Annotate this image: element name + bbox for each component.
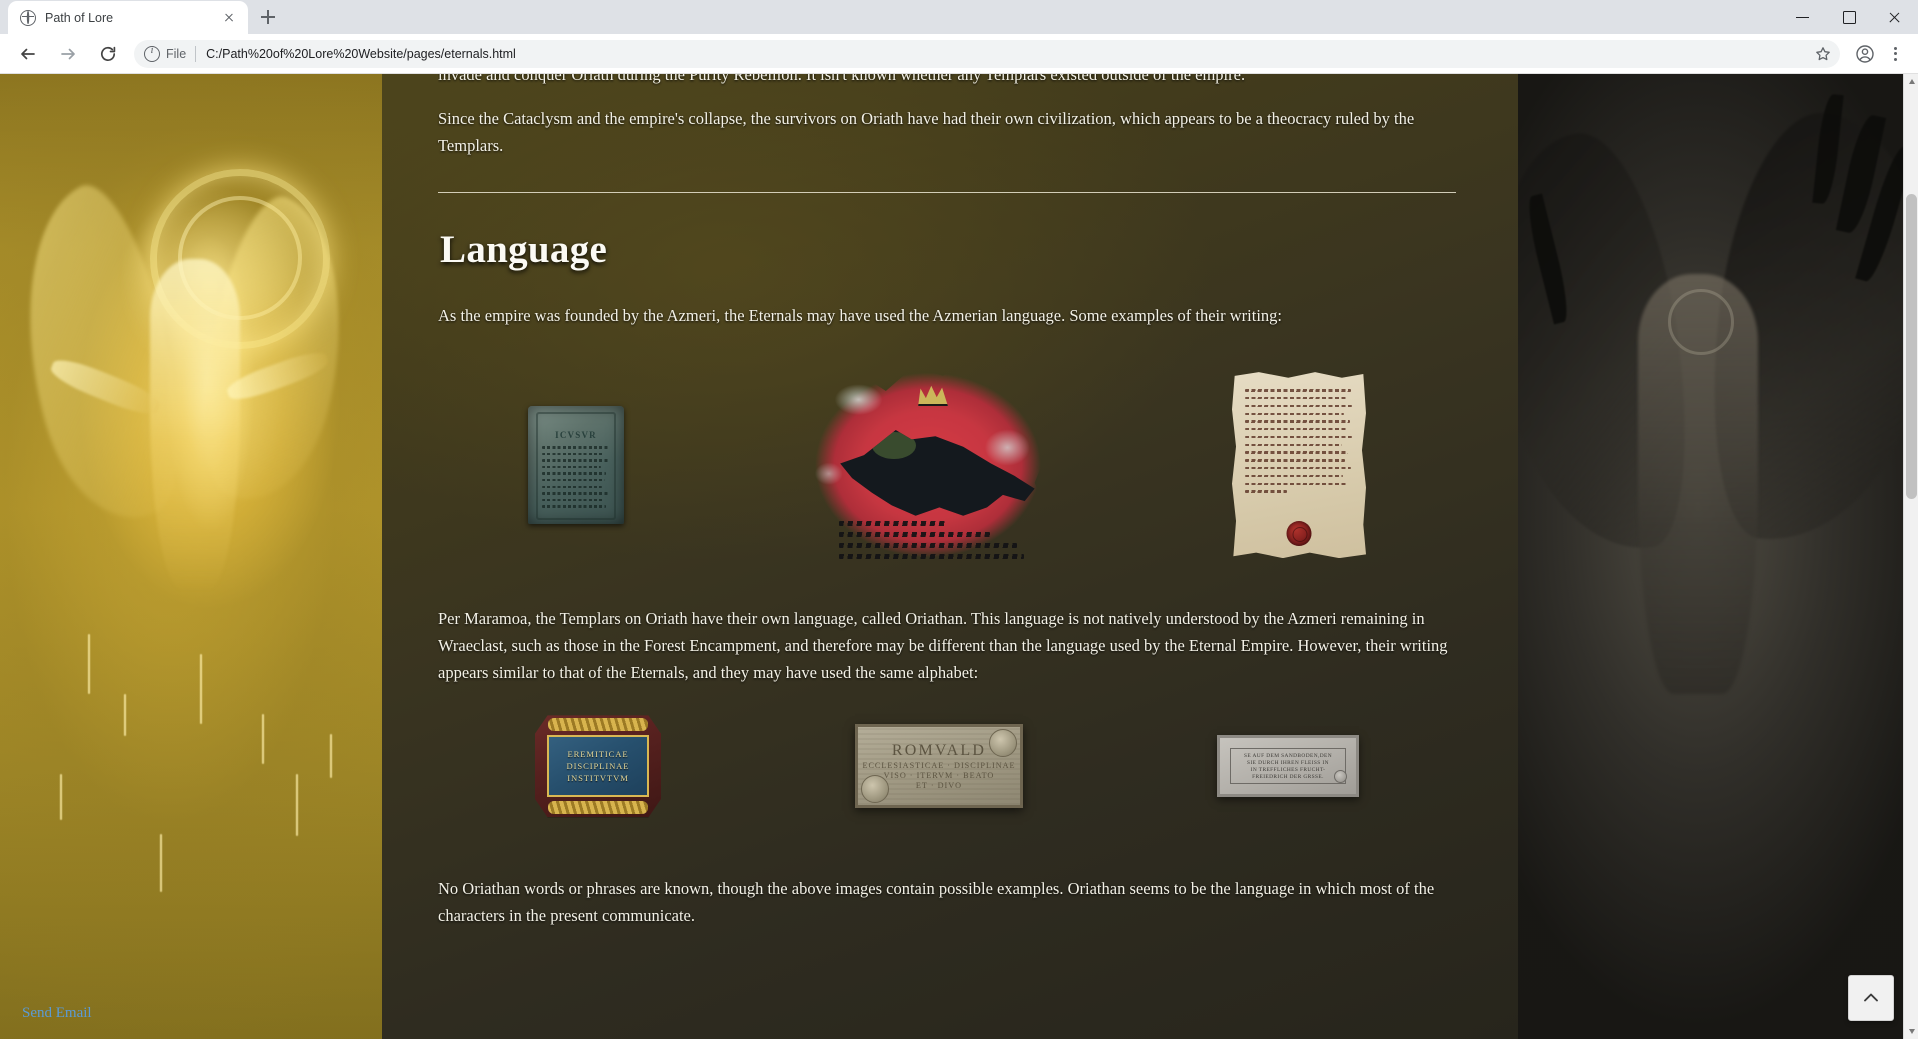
scroll-up-arrow-icon[interactable] — [1904, 74, 1918, 89]
omnibox-actions — [1810, 41, 1836, 67]
url-text: C:/Path%20of%20Lore%20Website/pages/eter… — [206, 46, 516, 61]
article-inner: invade and conquer Oriath during the Pur… — [382, 74, 1518, 930]
banner-script-lines — [838, 521, 1032, 565]
dark-halo-ring — [1668, 289, 1734, 355]
language-paragraph-1: As the empire was founded by the Azmeri,… — [438, 306, 1282, 326]
romuald-line-3: ET · DIVO — [915, 781, 963, 791]
spark — [330, 734, 332, 778]
plaque-line-1: EREMITICAE — [567, 749, 629, 760]
new-tab-button[interactable] — [254, 3, 282, 31]
stone-tablet-image[interactable]: ICVSVR — [528, 406, 624, 525]
laurel-band-bottom — [547, 801, 649, 815]
info-icon[interactable] — [144, 44, 160, 62]
artifact-row-2: EREMITICAE DISCIPLINAE INSTITVTVM ROMVAL… — [438, 704, 1456, 828]
german-stone-sign-image[interactable]: SE AUF DEM SANDBODEN,DEN SIE DURCH IHREN… — [1217, 735, 1359, 798]
omnibox-divider — [195, 45, 197, 62]
plaque-line-3: INSTITVTVM — [567, 773, 629, 784]
page-title: Language — [440, 228, 608, 272]
page-scrollbar[interactable] — [1903, 74, 1918, 1039]
left-decorative-panel: Send Email — [0, 74, 382, 1039]
stone-tablet-inscription: ICVSVR — [555, 430, 597, 441]
browser-toolbar: File C:/Path%20of%20Lore%20Website/pages… — [0, 34, 1918, 74]
red-banner-image[interactable] — [804, 356, 1052, 574]
right-decorative-panel — [1518, 74, 1918, 1039]
chevron-up-icon — [1864, 993, 1878, 1002]
browser-tab[interactable]: Path of Lore — [8, 1, 248, 34]
german-sign-inscription: SE AUF DEM SANDBODEN,DEN SIE DURCH IHREN… — [1230, 748, 1346, 785]
stone-tablet-text-lines — [542, 446, 612, 512]
romuald-line-2: VISO · ITERVM · BEATO — [883, 771, 995, 781]
section-divider — [438, 192, 1456, 194]
stone-medallion-icon — [989, 729, 1017, 758]
wax-seal-icon — [1286, 521, 1312, 547]
german-line-2: SIE DURCH IHREN FLEISS IN — [1247, 759, 1329, 766]
romuald-title: ROMVALD — [891, 742, 987, 760]
spark — [88, 634, 90, 694]
url-scheme-label: File — [166, 46, 187, 61]
parchment-text-lines — [1245, 389, 1355, 498]
tab-strip: Path of Lore — [0, 0, 1918, 34]
back-button[interactable] — [13, 39, 43, 69]
send-email-link[interactable]: Send Email — [22, 1005, 92, 1022]
close-window-icon[interactable] — [1872, 0, 1918, 34]
plaque-line-2: DISCIPLINAE — [566, 761, 630, 772]
window-controls — [1780, 0, 1918, 34]
address-bar[interactable]: File C:/Path%20of%20Lore%20Website/pages… — [134, 39, 1840, 68]
minimize-icon[interactable] — [1780, 0, 1826, 34]
language-paragraph-2: Per Maramoa, the Templars on Oriath have… — [438, 609, 1448, 682]
bookmark-star-icon[interactable] — [1810, 41, 1836, 67]
spark — [296, 774, 298, 836]
language-paragraph-3: No Oriathan words or phrases are known, … — [438, 879, 1435, 926]
laurel-band-top — [547, 718, 649, 732]
profile-avatar-icon[interactable] — [1852, 41, 1878, 67]
maximize-icon[interactable] — [1826, 0, 1872, 34]
browser-menu-icon[interactable] — [1882, 41, 1908, 67]
page-viewport: Send Email invade and conquer Oriath dur… — [0, 74, 1918, 1039]
scroll-down-arrow-icon[interactable] — [1904, 1024, 1918, 1039]
german-line-3: IN TREFFLICHES FRUCHT- — [1250, 766, 1326, 773]
clipped-paragraph-top: invade and conquer Oriath during the Pur… — [438, 74, 1246, 84]
german-line-4: FREIEDRICH DER GRSSE. — [1252, 774, 1324, 781]
close-icon[interactable] — [220, 9, 238, 27]
artifact-row-1: ICVSVR — [438, 350, 1456, 580]
romuald-line-1: ECCLESIASTICAE · DISCIPLINAE — [862, 761, 1016, 771]
german-line-1: SE AUF DEM SANDBODEN,DEN — [1243, 752, 1333, 759]
spark — [160, 834, 162, 892]
spark — [200, 654, 202, 724]
scrollbar-thumb[interactable] — [1906, 194, 1917, 499]
gilt-plaque-image[interactable]: EREMITICAE DISCIPLINAE INSTITVTVM — [535, 715, 661, 818]
forward-button[interactable] — [53, 39, 83, 69]
article-content-column: invade and conquer Oriath during the Pur… — [382, 74, 1518, 1039]
browser-window: Path of Lore F — [0, 0, 1918, 1039]
spark — [262, 714, 264, 764]
spark — [60, 774, 62, 820]
romuald-stone-image[interactable]: ROMVALD ECCLESIASTICAE · DISCIPLINAE VIS… — [855, 724, 1023, 809]
intro-paragraph: Since the Cataclysm and the empire's col… — [438, 109, 1415, 155]
globe-icon — [20, 9, 36, 26]
light-angel-figure — [150, 259, 240, 589]
tab-title: Path of Lore — [45, 10, 114, 25]
plaque-inscription: EREMITICAE DISCIPLINAE INSTITVTVM — [547, 735, 649, 798]
reload-button[interactable] — [93, 39, 123, 69]
spark — [124, 694, 126, 736]
parchment-scroll-image[interactable] — [1232, 372, 1366, 559]
scroll-to-top-button[interactable] — [1848, 975, 1894, 1021]
